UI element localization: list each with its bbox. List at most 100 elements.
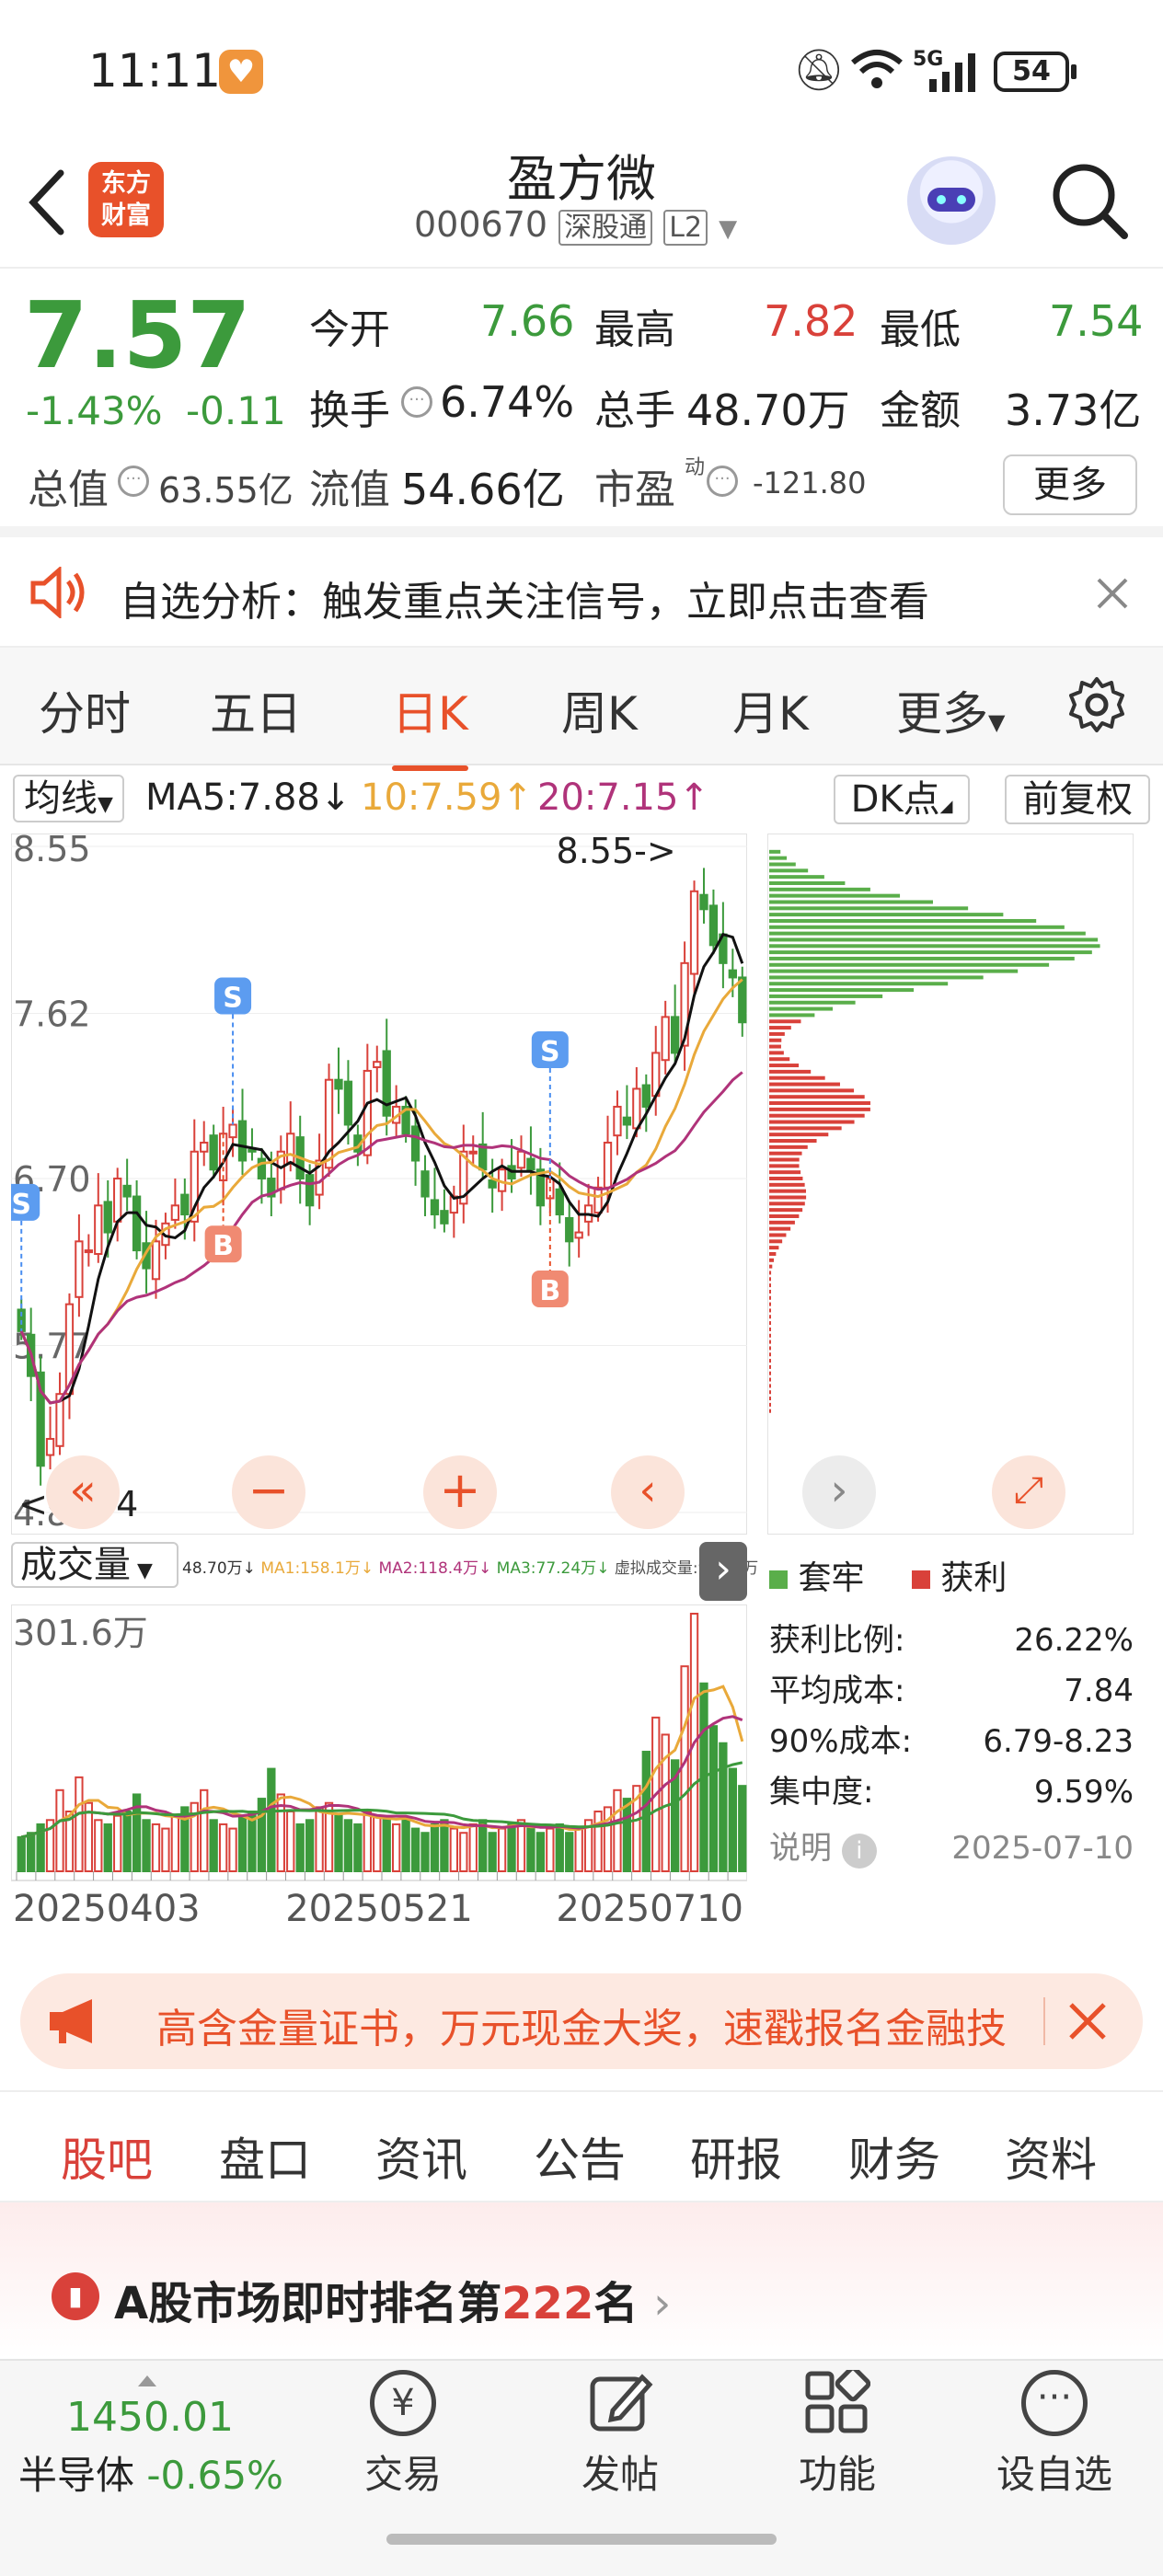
volume-indicator-select[interactable]: 成交量 ▼ <box>11 1542 178 1588</box>
info-icon: i <box>841 1834 877 1869</box>
chip-bar <box>769 1157 800 1162</box>
volume-bar <box>353 1823 363 1873</box>
chip-bar <box>769 1164 800 1168</box>
tab-monthly-k[interactable]: 月K <box>732 677 809 743</box>
chip-bar <box>769 1139 817 1144</box>
more-button[interactable]: 更多 <box>1003 454 1137 515</box>
chip-stat-value: 9.59% <box>1033 1774 1134 1811</box>
stock-code-row[interactable]: 000670 深股通 L2 ▼ <box>414 204 745 250</box>
volume-bar <box>170 1814 180 1872</box>
scroll-left-double-button[interactable]: « <box>46 1455 120 1529</box>
chip-bar <box>769 1283 771 1288</box>
close-icon[interactable] <box>1067 2001 1108 2041</box>
info-icon[interactable]: ··· <box>707 466 738 497</box>
tab-five-day[interactable]: 五日 <box>210 677 302 743</box>
tab-intraday[interactable]: 分时 <box>39 677 131 743</box>
chip-stat-label: 平均成本: <box>769 1673 905 1709</box>
market-rank-card[interactable]: ▮ A股市场即时排名第222名 › <box>0 2202 1163 2359</box>
scroll-left-button[interactable]: ‹ <box>611 1455 685 1529</box>
chip-distribution-chart[interactable] <box>767 834 1134 1535</box>
volume-bar <box>267 1767 276 1872</box>
chip-bar <box>769 1151 802 1156</box>
sector-index[interactable]: 1450.01 半导体 -0.65% <box>18 2375 313 2501</box>
tab-order-book[interactable]: 盘口 <box>219 2123 311 2190</box>
robot-assistant-icon[interactable] <box>907 156 996 245</box>
volume-bar <box>420 1832 430 1872</box>
corner-icon: ◢ <box>939 797 953 816</box>
volume-bar <box>295 1823 305 1873</box>
candle-body <box>728 969 737 979</box>
adjust-button[interactable]: 前复权 <box>1005 775 1150 824</box>
high-marker: 8.55-> <box>557 834 676 871</box>
back-icon[interactable] <box>26 167 66 237</box>
chip-bar <box>769 875 824 880</box>
candlestick-chart[interactable]: 8.557.626.705.774.848.55-><-4.84SSBSB <box>11 834 747 1535</box>
add-watchlist-button[interactable]: ··· 设自选 <box>981 2370 1128 2500</box>
volume-bar <box>459 1832 468 1872</box>
chip-bar <box>769 1120 855 1124</box>
tab-daily-k[interactable]: 日K <box>392 677 468 771</box>
trade-button[interactable]: ¥ 交易 <box>329 2370 477 2500</box>
chip-bar <box>769 1384 771 1388</box>
post-button[interactable]: 发帖 <box>547 2370 694 2500</box>
float-cap-label: 流值 <box>309 466 390 513</box>
tab-weekly-k[interactable]: 周K <box>561 677 638 743</box>
volume-bar <box>17 1835 26 1872</box>
zoom-out-button[interactable]: − <box>232 1455 305 1529</box>
candle-body <box>430 1199 440 1216</box>
volume-bar <box>574 1827 583 1872</box>
info-icon[interactable]: ··· <box>118 466 149 497</box>
chip-bar <box>769 1026 791 1030</box>
tab-profile[interactable]: 资料 <box>1005 2123 1097 2190</box>
volume-bar <box>286 1811 295 1872</box>
settings-gear-icon[interactable] <box>1067 675 1126 734</box>
vol-legend-ma1: MA1:158.1万 <box>260 1559 361 1578</box>
expand-icon[interactable]: ⤢ <box>992 1455 1065 1529</box>
tab-announcements[interactable]: 公告 <box>534 2123 626 2190</box>
dropdown-icon: ▼ <box>988 709 1006 735</box>
tab-news[interactable]: 资讯 <box>375 2123 467 2190</box>
tab-research[interactable]: 研报 <box>690 2123 782 2190</box>
candle-body <box>555 1188 564 1216</box>
zoom-in-button[interactable]: + <box>423 1455 497 1529</box>
market-badge: 深股通 <box>558 210 653 246</box>
market-cap-value: 63.55亿 <box>158 470 294 511</box>
chip-bar <box>769 1264 773 1269</box>
chip-bar <box>769 1202 805 1206</box>
promo-banner[interactable]: 高含金量证书，万元现金大奖，速戳报名金融技 <box>20 1973 1143 2069</box>
expand-panel-button[interactable]: › <box>699 1542 747 1601</box>
watchlist-alert-bar[interactable]: 自选分析：触发重点关注信号，立即点击查看 <box>0 537 1163 648</box>
candle-body <box>613 1105 622 1137</box>
candle-body <box>305 1174 315 1207</box>
volume-bar <box>363 1811 372 1872</box>
chip-bar <box>769 1031 785 1036</box>
y-tick-label: 7.62 <box>13 994 91 1034</box>
chip-bar <box>769 1144 808 1149</box>
info-icon[interactable]: ··· <box>401 386 432 418</box>
tab-more[interactable]: 更多▼ <box>896 677 1005 743</box>
chip-stat-value: 7.84 <box>1064 1673 1134 1709</box>
sector-name: 半导体 <box>18 2453 135 2498</box>
chip-bar <box>769 988 915 993</box>
indicator-select[interactable]: 均线▼ <box>13 775 124 822</box>
chip-bar <box>769 1397 771 1401</box>
eastmoney-logo[interactable]: 东方 财富 <box>88 162 164 237</box>
add-watchlist-label: 设自选 <box>996 2452 1112 2497</box>
open-label: 今开 <box>309 306 390 353</box>
tab-guba[interactable]: 股吧 <box>61 2123 153 2210</box>
dk-point-button[interactable]: DK点◢ <box>834 775 970 824</box>
tab-finance[interactable]: 财务 <box>848 2123 940 2190</box>
chip-note-row[interactable]: 说明 i 2025-07-10 <box>769 1823 1134 1874</box>
functions-button[interactable]: 功能 <box>764 2370 911 2500</box>
ma10-legend: 10:7.59↑ <box>361 776 533 819</box>
dropdown-icon: ▼ <box>98 793 113 816</box>
chip-bar <box>769 982 949 986</box>
close-icon[interactable] <box>1095 576 1130 611</box>
scroll-right-button[interactable]: › <box>802 1455 876 1529</box>
volume-bar <box>593 1811 603 1872</box>
volume-chart[interactable]: 301.6万 20250403 20250521 20250710 <box>11 1604 747 1936</box>
search-icon[interactable] <box>1049 160 1130 241</box>
status-time: 11:11 <box>88 44 222 98</box>
chip-bar <box>769 1038 782 1042</box>
profit-legend-label: 获利 <box>940 1559 1008 1597</box>
